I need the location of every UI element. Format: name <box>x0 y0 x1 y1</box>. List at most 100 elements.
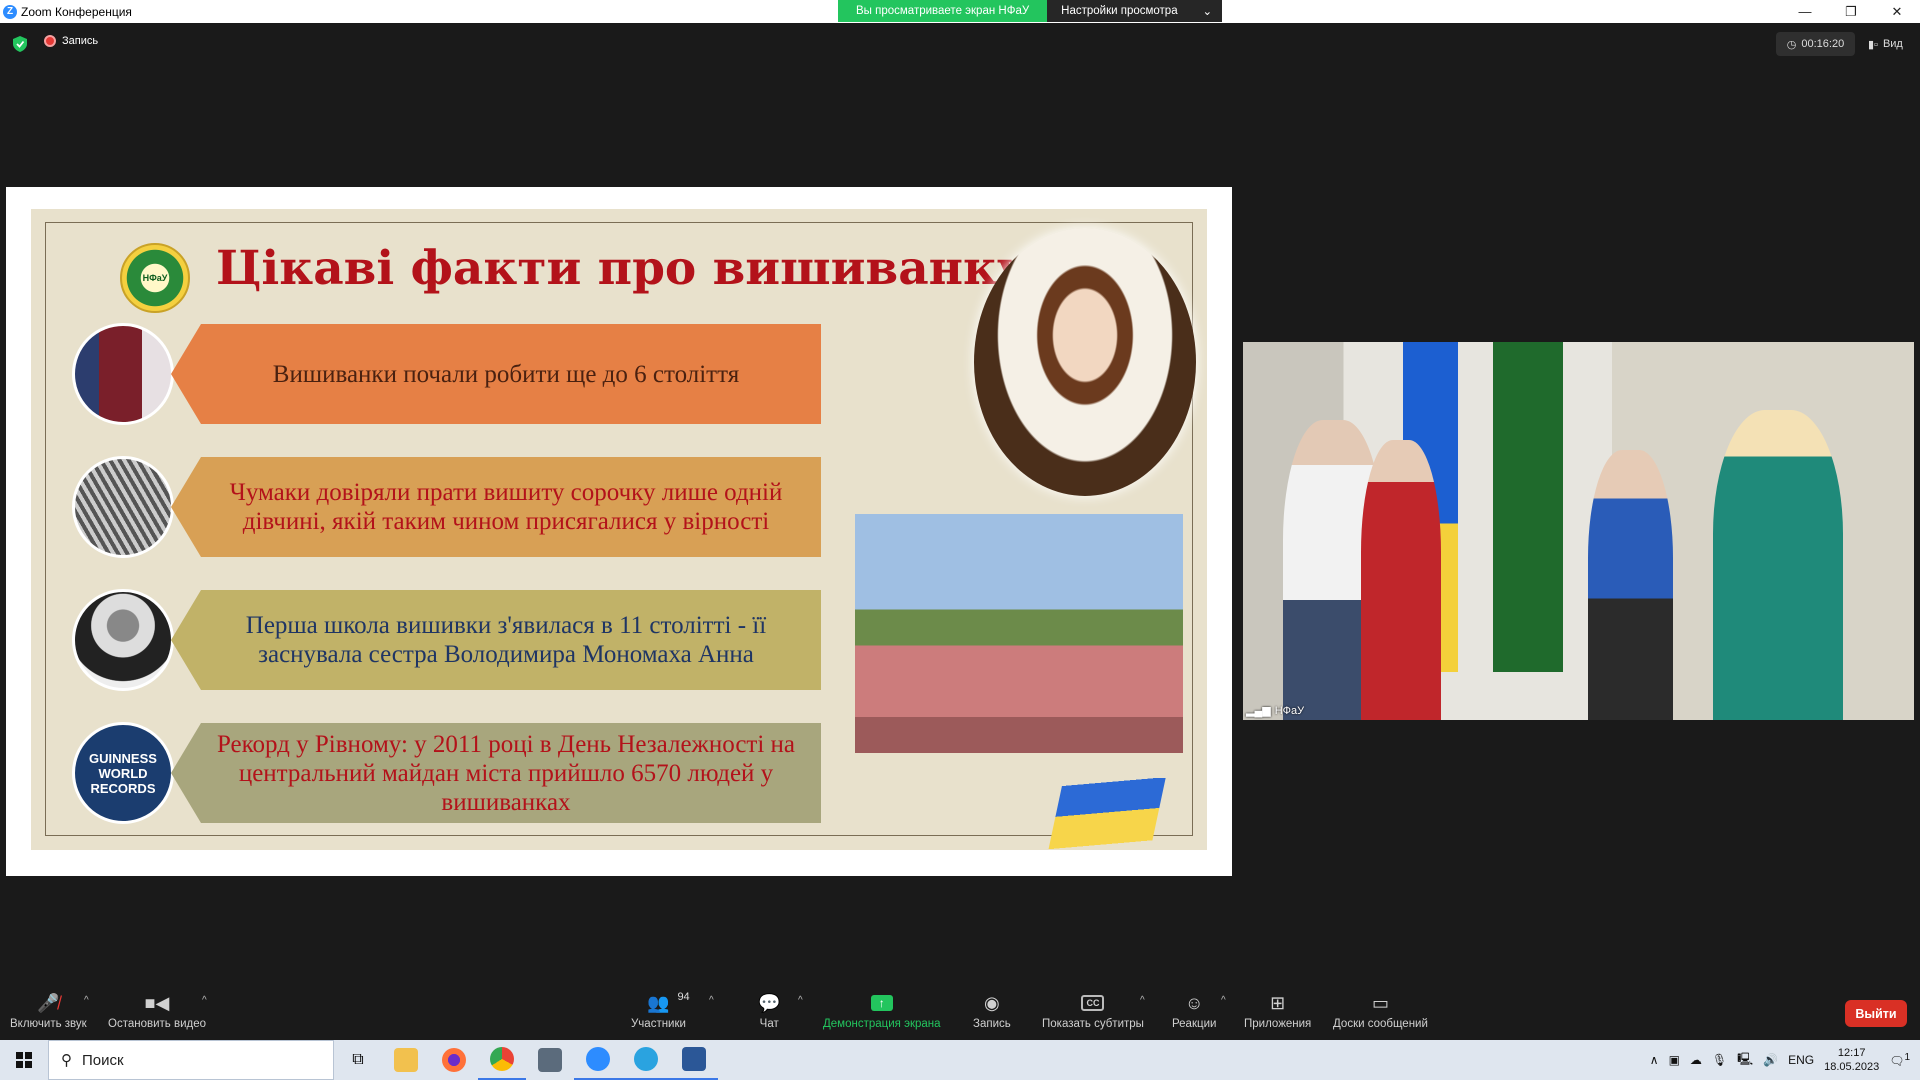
apps-icon: ⊞ <box>1270 992 1286 1013</box>
apps-button[interactable]: ⊞ Приложения <box>1244 991 1312 1031</box>
view-settings-button[interactable]: Настройки просмотра ⌄ <box>1047 0 1223 22</box>
reactions-caret[interactable]: ^ <box>1221 995 1226 1006</box>
recording-indicator[interactable]: Запись <box>44 35 98 47</box>
captions-caret[interactable]: ^ <box>1140 995 1145 1006</box>
firefox-icon <box>442 1048 466 1072</box>
taskbar-clock[interactable]: 12:17 18.05.2023 <box>1824 1046 1879 1074</box>
word-icon <box>682 1047 706 1071</box>
chrome-button[interactable] <box>478 1040 526 1080</box>
fact-1: Вишиванки почали робити ще до 6 століття <box>171 324 821 424</box>
reactions-label: Реакции <box>1172 1018 1217 1030</box>
chat-label: Чат <box>759 1018 779 1030</box>
onedrive-icon[interactable]: ☁ <box>1690 1053 1702 1067</box>
timer-value: 00:16:20 <box>1801 38 1845 50</box>
share-status: Вы просматриваете экран НФаУ <box>838 0 1048 22</box>
apps-label: Приложения <box>1244 1018 1312 1030</box>
guinness-text: GUINNESS WORLD RECORDS <box>89 750 157 796</box>
stop-video-button[interactable]: ■◀ Остановить видео <box>108 991 206 1031</box>
captions-button[interactable]: CC Показать субтитры <box>1042 991 1144 1030</box>
whiteboard-icon: ▭ <box>1371 992 1389 1013</box>
recording-label: Запись <box>62 35 99 47</box>
zoom-logo-icon: Z <box>3 4 17 19</box>
video-options-caret[interactable]: ^ <box>202 995 207 1006</box>
task-view-button[interactable]: ⧉ <box>334 1040 382 1080</box>
search-icon: ⚲ <box>61 1052 72 1069</box>
share-screen-button[interactable]: ↑ Демонстрация экрана <box>823 991 941 1030</box>
video-camera-icon: ■◀ <box>144 992 170 1013</box>
muted-mic-icon: 🎤̸ <box>37 992 60 1013</box>
view-layout-icon: ▮▫ <box>1868 38 1878 51</box>
participants-count: 94 <box>677 991 690 1003</box>
participants-icon: 👥 94 <box>647 991 690 1013</box>
telegram-button[interactable] <box>622 1040 670 1080</box>
notifications-icon[interactable]: 🗨1 <box>1889 1052 1910 1068</box>
network-icon[interactable]: 🖳 <box>1737 1050 1753 1071</box>
shared-screen: НФаУ Цікаві факти про вишиванку Вишиванк… <box>6 187 1232 876</box>
taskbar-search[interactable]: ⚲ Поиск <box>48 1040 334 1080</box>
language-indicator[interactable]: ENG <box>1788 1053 1814 1067</box>
chat-bubble-icon: 💬 <box>758 992 781 1013</box>
notification-count: 1 <box>1904 1052 1910 1063</box>
calculator-icon <box>538 1048 562 1072</box>
fact-3: Перша школа вишивки з'явилася в 11 столі… <box>171 590 821 690</box>
file-explorer-button[interactable] <box>382 1040 430 1080</box>
zoom-button[interactable] <box>574 1040 622 1080</box>
person-2 <box>1361 440 1441 720</box>
system-tray: ∧ ▣ ☁ 🎙 🖳 🔊 ENG 12:17 18.05.2023 🗨1 <box>1650 1040 1920 1080</box>
meeting-timer[interactable]: ◷ 00:16:20 <box>1776 32 1855 56</box>
minimize-button[interactable]: — <box>1782 0 1828 23</box>
record-button[interactable]: ◉ Запись <box>973 991 1011 1031</box>
search-placeholder: Поиск <box>82 1051 124 1069</box>
share-banner: Вы просматриваете экран НФаУ Настройки п… <box>838 0 1223 22</box>
person-3 <box>1588 450 1673 720</box>
participants-label: Участники <box>631 1018 686 1030</box>
record-icon: ◉ <box>984 992 1000 1013</box>
fact-2: Чумаки довіряли прати вишиту сорочку лиш… <box>171 457 821 557</box>
stop-video-label: Остановить видео <box>108 1018 206 1030</box>
telegram-icon <box>634 1047 658 1071</box>
folder-icon <box>394 1048 418 1072</box>
embroidery-photo <box>72 456 174 558</box>
captions-label: Показать субтитры <box>1042 1018 1144 1030</box>
chat-caret[interactable]: ^ <box>798 995 803 1006</box>
shield-icon[interactable] <box>13 36 27 52</box>
clock-time: 12:17 <box>1837 1047 1866 1059</box>
vyshyvanka-photo <box>72 323 174 425</box>
cc-icon: CC <box>1081 991 1105 1015</box>
chat-button[interactable]: 💬 Чат <box>758 991 781 1031</box>
view-settings-label: Настройки просмотра <box>1061 5 1178 17</box>
slide: НФаУ Цікаві факти про вишиванку Вишиванк… <box>31 209 1207 850</box>
university-flag <box>1493 342 1563 672</box>
volume-icon[interactable]: 🔊 <box>1763 1053 1778 1067</box>
firefox-button[interactable] <box>430 1040 478 1080</box>
task-view-icon: ⧉ <box>352 1051 364 1068</box>
participants-caret[interactable]: ^ <box>709 995 714 1006</box>
slide-title: Цікаві факти про вишиванку <box>216 241 1028 296</box>
chevron-down-icon: ⌄ <box>1202 6 1213 18</box>
close-button[interactable]: ✕ <box>1874 0 1920 23</box>
unmute-button[interactable]: 🎤̸ Включить звук <box>10 991 87 1031</box>
person-4 <box>1713 410 1843 720</box>
restore-button[interactable]: ❐ <box>1828 0 1874 23</box>
unmute-label: Включить звук <box>10 1018 87 1030</box>
view-button[interactable]: ▮▫ Вид <box>1868 32 1903 56</box>
start-button[interactable] <box>0 1040 48 1080</box>
ukraine-flag-brush <box>1048 778 1166 850</box>
clock-date: 18.05.2023 <box>1824 1061 1880 1073</box>
word-button[interactable] <box>670 1040 718 1080</box>
tray-overflow-icon[interactable]: ∧ <box>1650 1053 1659 1067</box>
microphone-icon[interactable]: 🎙 <box>1712 1053 1727 1067</box>
audio-options-caret[interactable]: ^ <box>84 995 89 1006</box>
meeting-toolbar: 🎤̸ Включить звук ^ ■◀ Остановить видео ^… <box>0 985 1920 1040</box>
leave-button[interactable]: Выйти <box>1845 1000 1907 1027</box>
whiteboards-label: Доски сообщений <box>1333 1018 1428 1030</box>
whiteboards-button[interactable]: ▭ Доски сообщений <box>1333 991 1428 1031</box>
meet-now-icon[interactable]: ▣ <box>1669 1053 1680 1067</box>
participant-video[interactable]: ▂▄▆ НФаУ <box>1243 342 1914 720</box>
reactions-button[interactable]: ☺ Реакции <box>1172 991 1217 1031</box>
calculator-button[interactable] <box>526 1040 574 1080</box>
participants-button[interactable]: 👥 94 Участники <box>631 991 690 1030</box>
windows-taskbar: ⚲ Поиск ⧉ <box>0 1040 1920 1080</box>
participant-name: НФаУ <box>1274 704 1305 717</box>
record-label: Запись <box>973 1018 1011 1030</box>
